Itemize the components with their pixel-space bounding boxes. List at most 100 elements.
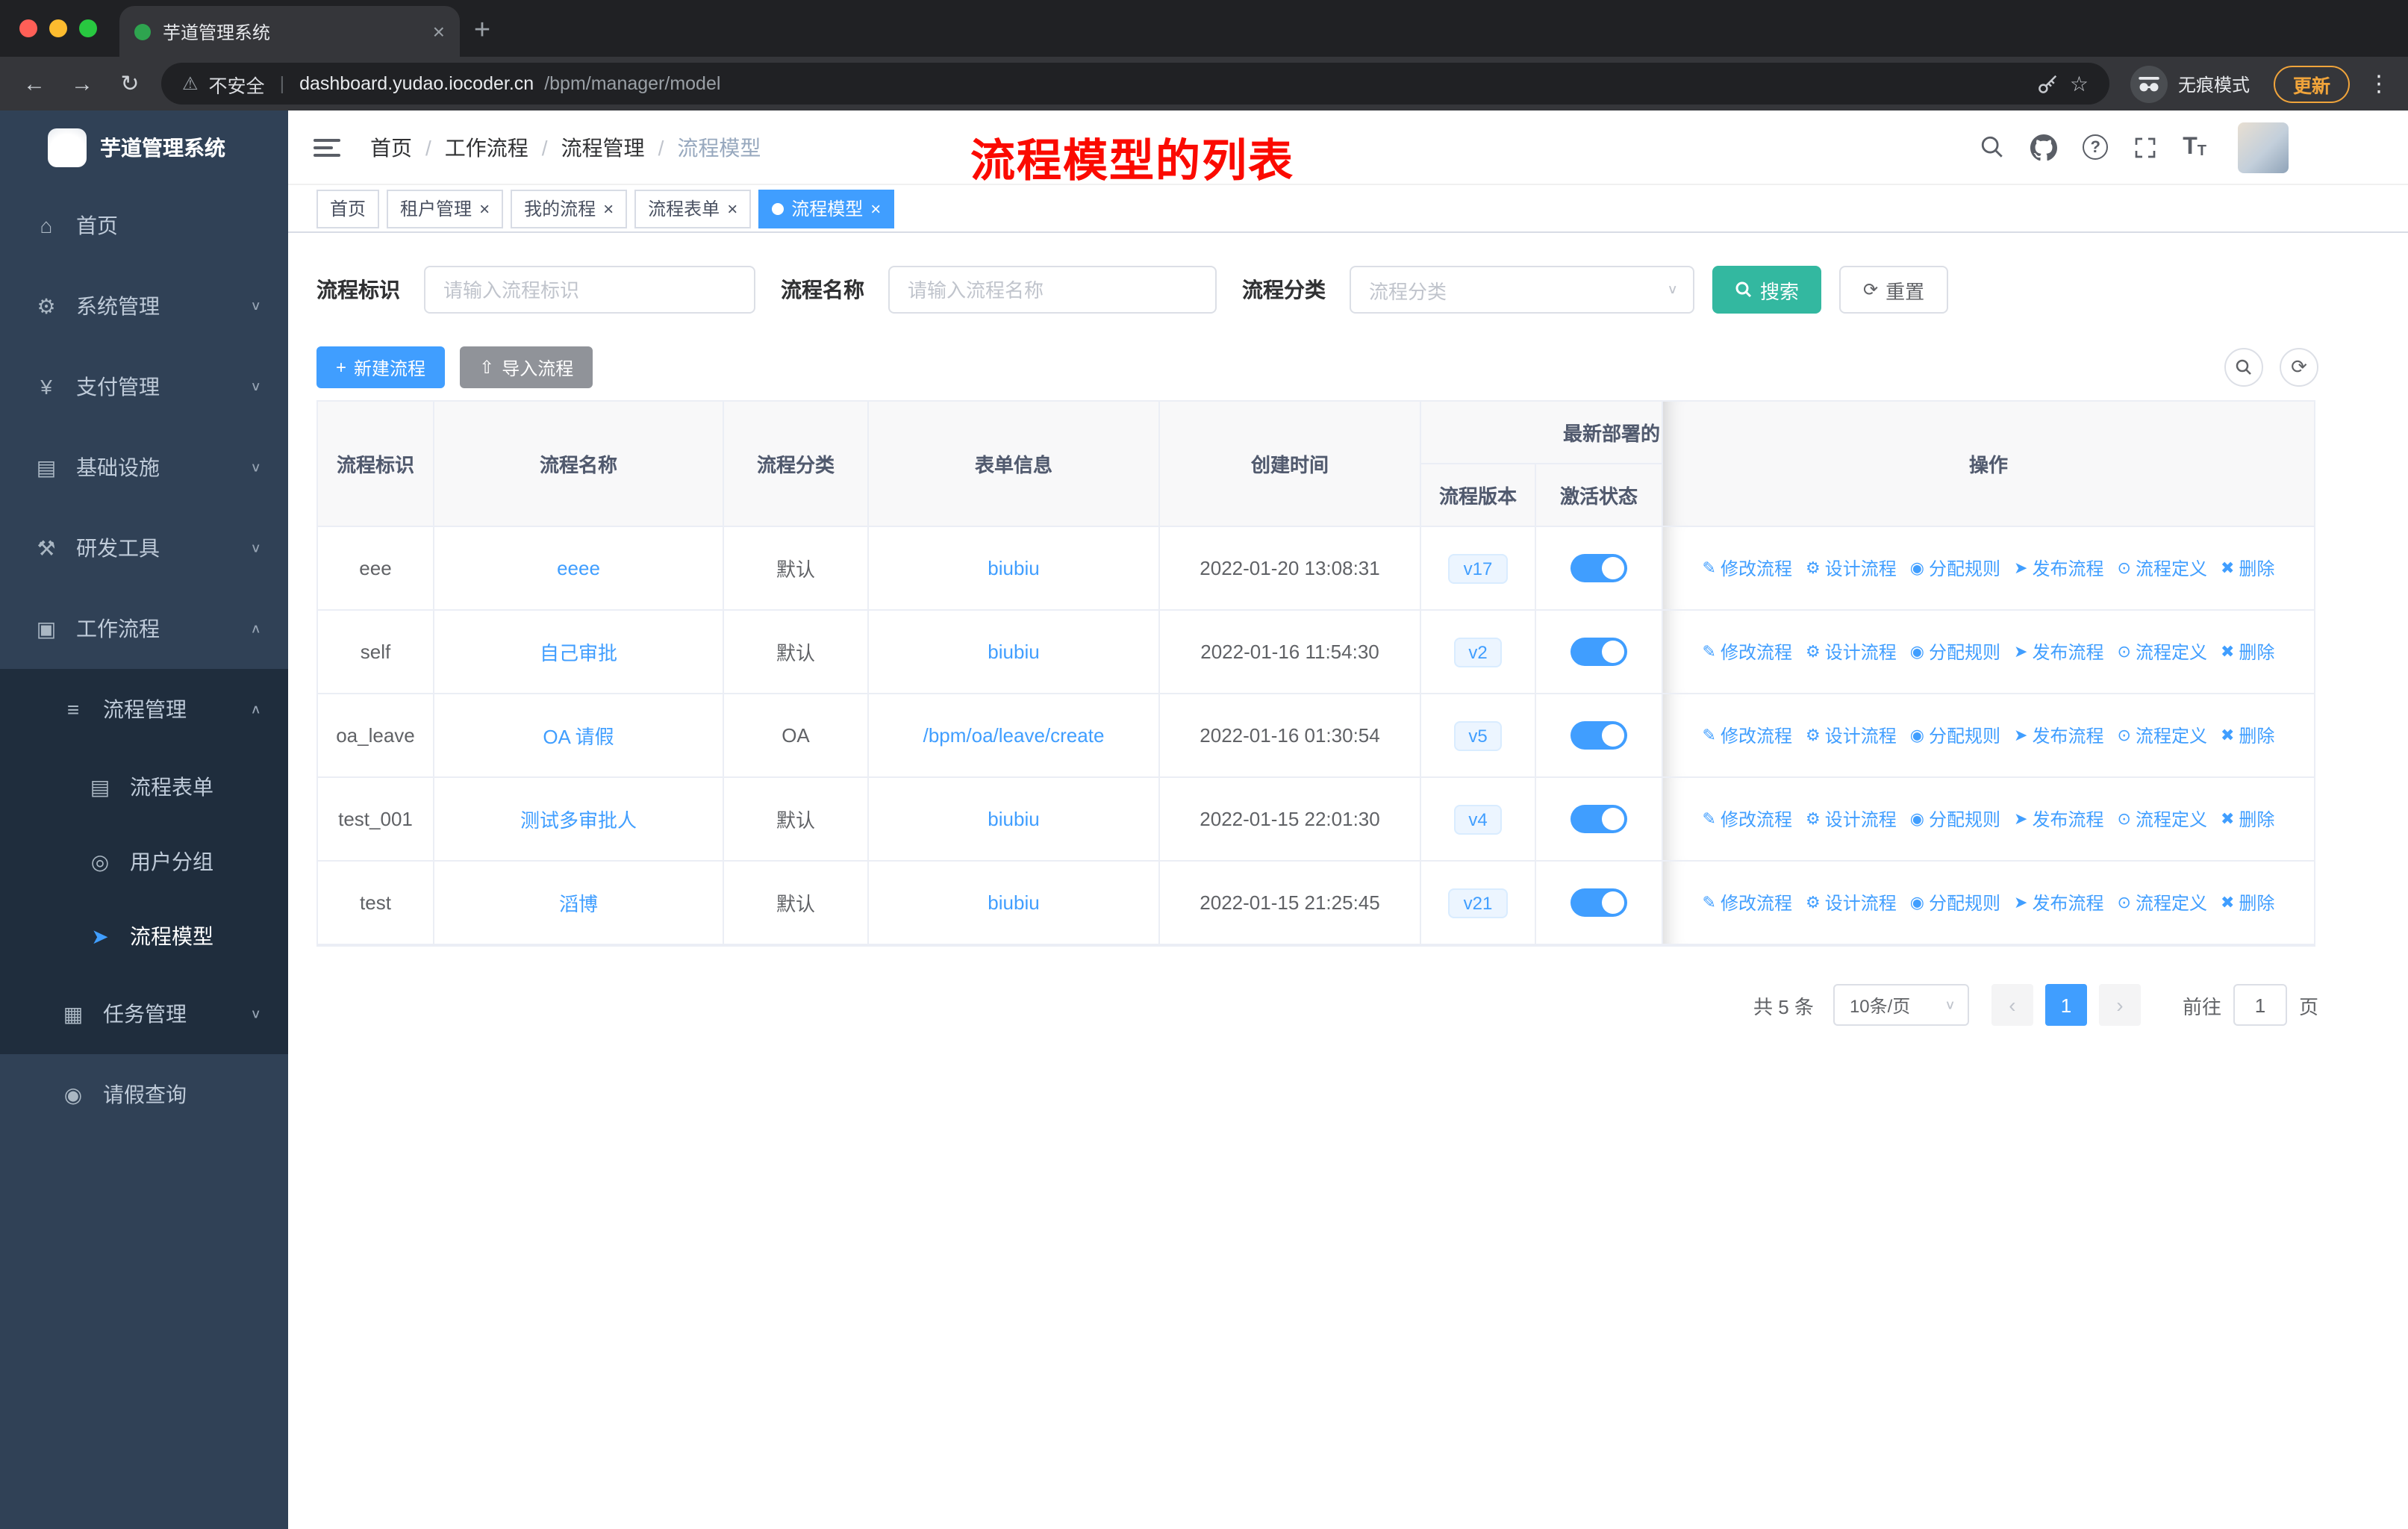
maximize-window-button[interactable]: [79, 19, 97, 37]
action-publish-flow-link[interactable]: ➤ 发布流程: [2014, 723, 2103, 748]
action-publish-flow-link[interactable]: ➤ 发布流程: [2014, 639, 2103, 664]
minimize-window-button[interactable]: [49, 19, 67, 37]
bookmark-star-icon[interactable]: ☆: [2070, 71, 2089, 96]
form-info-link[interactable]: biubiu: [988, 557, 1039, 579]
prev-page-button[interactable]: ‹: [1991, 984, 2033, 1026]
sidebar-item-payment-management[interactable]: ¥ 支付管理 ∨: [0, 346, 288, 427]
import-process-button[interactable]: ⇧ 导入流程: [460, 346, 593, 388]
action-delete-link[interactable]: ✖ 删除: [2221, 639, 2274, 664]
action-edit-flow-link[interactable]: ✎ 修改流程: [1703, 555, 1792, 581]
forward-icon[interactable]: →: [66, 71, 99, 96]
form-info-link[interactable]: biubiu: [988, 641, 1039, 663]
sidebar-item-process-management[interactable]: ≡ 流程管理 ∧: [0, 669, 288, 750]
active-toggle[interactable]: [1570, 805, 1627, 833]
create-process-button[interactable]: + 新建流程: [316, 346, 446, 388]
sidebar-item-infrastructure[interactable]: ▤ 基础设施 ∨: [0, 427, 288, 508]
sidebar-item-home[interactable]: ⌂ 首页: [0, 185, 288, 266]
password-key-icon[interactable]: [2037, 72, 2059, 95]
tab-close-icon[interactable]: ×: [433, 19, 445, 43]
action-flow-definition-link[interactable]: ⊙ 流程定义: [2118, 639, 2207, 664]
sidebar-item-leave-query[interactable]: ◉ 请假查询: [0, 1054, 288, 1135]
tag-close-icon[interactable]: ×: [727, 199, 737, 217]
tag-close-icon[interactable]: ×: [603, 199, 614, 217]
action-edit-flow-link[interactable]: ✎ 修改流程: [1703, 639, 1792, 664]
category-select[interactable]: 流程分类 ∨: [1350, 266, 1694, 314]
process-name-input[interactable]: [888, 266, 1217, 314]
sidebar-item-dev-tools[interactable]: ⚒ 研发工具 ∨: [0, 508, 288, 588]
font-size-icon[interactable]: TT: [2183, 134, 2206, 159]
action-flow-definition-link[interactable]: ⊙ 流程定义: [2118, 723, 2207, 748]
action-publish-flow-link[interactable]: ➤ 发布流程: [2014, 555, 2103, 581]
next-page-button[interactable]: ›: [2098, 984, 2141, 1026]
tag-item[interactable]: 租户管理 ×: [387, 189, 504, 228]
active-toggle[interactable]: [1570, 888, 1627, 917]
user-avatar[interactable]: [2238, 122, 2289, 172]
active-toggle[interactable]: [1570, 554, 1627, 582]
reset-button[interactable]: ⟳ 重置: [1839, 266, 1949, 314]
action-assign-rule-link[interactable]: ◉ 分配规则: [1910, 806, 2000, 832]
new-tab-button[interactable]: +: [460, 6, 505, 57]
address-bar[interactable]: ⚠ 不安全 | dashboard.yudao.iocoder.cn/bpm/m…: [161, 63, 2109, 105]
close-window-button[interactable]: [19, 19, 37, 37]
action-edit-flow-link[interactable]: ✎ 修改流程: [1703, 806, 1792, 832]
security-label[interactable]: 不安全: [209, 69, 265, 98]
fullscreen-icon[interactable]: [2133, 135, 2157, 159]
tag-item[interactable]: 流程表单 ×: [634, 189, 752, 228]
process-name-link[interactable]: 自己审批: [540, 638, 617, 666]
action-edit-flow-link[interactable]: ✎ 修改流程: [1703, 723, 1792, 748]
github-icon[interactable]: [2030, 134, 2058, 161]
action-flow-definition-link[interactable]: ⊙ 流程定义: [2118, 890, 2207, 915]
breadcrumb-item[interactable]: 工作流程: [445, 132, 528, 162]
sidebar-item-user-group[interactable]: ◎ 用户分组: [0, 824, 288, 899]
sidebar-toggle-button[interactable]: [314, 134, 343, 161]
active-toggle[interactable]: [1570, 721, 1627, 750]
back-icon[interactable]: ←: [18, 71, 51, 96]
sidebar-item-task-management[interactable]: ▦ 任务管理 ∨: [0, 974, 288, 1054]
action-flow-definition-link[interactable]: ⊙ 流程定义: [2118, 806, 2207, 832]
action-delete-link[interactable]: ✖ 删除: [2221, 890, 2274, 915]
process-name-link[interactable]: OA 请假: [543, 721, 614, 750]
action-design-flow-link[interactable]: ⚙ 设计流程: [1806, 890, 1897, 915]
sidebar-item-workflow[interactable]: ▣ 工作流程 ∧: [0, 588, 288, 669]
action-delete-link[interactable]: ✖ 删除: [2221, 555, 2274, 581]
action-assign-rule-link[interactable]: ◉ 分配规则: [1910, 890, 2000, 915]
active-toggle[interactable]: [1570, 638, 1627, 666]
breadcrumb-item[interactable]: 首页: [370, 132, 412, 162]
tag-item[interactable]: 流程模型 ×: [758, 189, 895, 228]
browser-tab[interactable]: 芋道管理系统 ×: [119, 6, 460, 57]
tag-close-icon[interactable]: ×: [479, 199, 490, 217]
action-design-flow-link[interactable]: ⚙ 设计流程: [1806, 555, 1897, 581]
process-name-link[interactable]: 测试多审批人: [520, 805, 637, 833]
form-info-link[interactable]: biubiu: [988, 808, 1039, 830]
form-info-link[interactable]: /bpm/oa/leave/create: [923, 724, 1105, 747]
refresh-table-button[interactable]: ⟳: [2280, 348, 2318, 387]
action-design-flow-link[interactable]: ⚙ 设计流程: [1806, 639, 1897, 664]
sidebar-item-process-model[interactable]: ➤ 流程模型: [0, 899, 288, 974]
action-assign-rule-link[interactable]: ◉ 分配规则: [1910, 555, 2000, 581]
process-key-input[interactable]: [424, 266, 755, 314]
process-name-link[interactable]: eeee: [557, 557, 600, 579]
search-icon[interactable]: [1980, 134, 2005, 160]
tag-close-icon[interactable]: ×: [870, 199, 881, 217]
action-delete-link[interactable]: ✖ 删除: [2221, 806, 2274, 832]
action-design-flow-link[interactable]: ⚙ 设计流程: [1806, 723, 1897, 748]
action-delete-link[interactable]: ✖ 删除: [2221, 723, 2274, 748]
action-edit-flow-link[interactable]: ✎ 修改流程: [1703, 890, 1792, 915]
process-name-link[interactable]: 滔博: [559, 888, 598, 917]
toggle-search-button[interactable]: [2224, 348, 2263, 387]
action-flow-definition-link[interactable]: ⊙ 流程定义: [2118, 555, 2207, 581]
page-size-select[interactable]: 10条/页 ∨: [1832, 984, 1969, 1026]
action-assign-rule-link[interactable]: ◉ 分配规则: [1910, 639, 2000, 664]
breadcrumb-item[interactable]: 流程管理: [561, 132, 645, 162]
sidebar-item-process-form[interactable]: ▤ 流程表单: [0, 750, 288, 824]
sidebar-item-system-management[interactable]: ⚙ 系统管理 ∨: [0, 266, 288, 346]
form-info-link[interactable]: biubiu: [988, 891, 1039, 914]
help-icon[interactable]: ?: [2083, 134, 2109, 160]
reload-icon[interactable]: ↻: [113, 70, 146, 97]
page-1-button[interactable]: 1: [2044, 984, 2087, 1026]
search-button[interactable]: 搜索: [1712, 266, 1822, 314]
action-publish-flow-link[interactable]: ➤ 发布流程: [2014, 806, 2103, 832]
action-publish-flow-link[interactable]: ➤ 发布流程: [2014, 890, 2103, 915]
browser-update-button[interactable]: 更新: [2273, 65, 2350, 102]
tag-item[interactable]: 我的流程 ×: [511, 189, 628, 228]
